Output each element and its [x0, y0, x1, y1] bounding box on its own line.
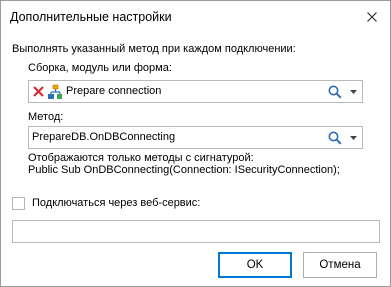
search-icon — [328, 85, 342, 99]
webservice-url-input[interactable] — [12, 220, 380, 243]
assembly-value: Prepare connection — [66, 85, 162, 97]
assembly-search-button[interactable] — [327, 83, 343, 100]
dialog-title: Дополнительные настройки — [10, 10, 172, 24]
button-bar: OK Отмена — [1, 245, 390, 286]
chevron-down-icon — [349, 135, 357, 140]
webservice-checkbox-label: Подключаться через веб-сервис: — [32, 197, 201, 209]
method-value: PrepareDB.OnDBConnecting — [32, 131, 176, 143]
clear-x-icon — [32, 86, 44, 97]
webservice-checkbox[interactable] — [12, 197, 25, 210]
assembly-dropdown-button[interactable] — [346, 83, 360, 100]
method-label: Метод: — [28, 111, 64, 123]
close-button[interactable] — [360, 5, 384, 29]
assembly-label: Сборка, модуль или форма: — [28, 62, 172, 74]
ok-button[interactable]: OK — [218, 252, 292, 278]
run-method-label: Выполнять указанный метод при каждом под… — [12, 43, 296, 55]
method-dropdown-button[interactable] — [346, 129, 360, 146]
cancel-button[interactable]: Отмена — [303, 252, 377, 278]
title-bar: Дополнительные настройки — [1, 1, 390, 33]
chevron-down-icon — [349, 89, 357, 94]
signature-hint-line1: Отображаются только методы с сигнатурой: — [28, 152, 254, 164]
clear-button[interactable] — [30, 83, 46, 100]
signature-hint-line2: Public Sub OnDBConnecting(Connection: IS… — [28, 164, 340, 176]
search-icon — [328, 131, 342, 145]
assembly-icon — [47, 83, 63, 100]
method-field[interactable]: PrepareDB.OnDBConnecting — [28, 126, 363, 149]
settings-dialog: Дополнительные настройки Выполнять указа… — [0, 0, 391, 287]
assembly-field[interactable]: Prepare connection — [28, 80, 363, 103]
method-search-button[interactable] — [327, 129, 343, 146]
close-icon — [367, 12, 377, 22]
